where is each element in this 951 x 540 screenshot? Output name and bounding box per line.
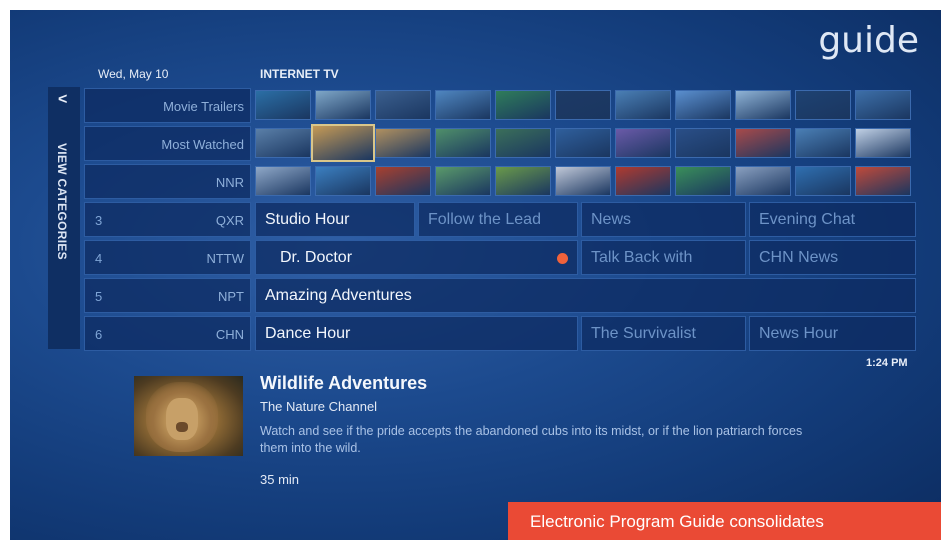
program-cell-selected[interactable]: Dr. Doctor	[255, 240, 578, 275]
program-cell[interactable]: Dance Hour	[255, 316, 578, 351]
video-thumbnail[interactable]	[735, 90, 791, 120]
program-cell[interactable]: CHN News	[749, 240, 916, 275]
channel-name: CHN	[215, 327, 244, 342]
channel-cell: 4 NTTW	[84, 240, 251, 275]
channel-number: 4	[95, 251, 103, 266]
channel-name: QXR	[215, 213, 244, 228]
channel-row-nttw: 4 NTTW Dr. Doctor Talk Back with CHN New…	[84, 240, 916, 275]
program-detail-description: Watch and see if the pride accepts the a…	[260, 424, 803, 455]
record-dot-icon	[557, 253, 568, 264]
thumbnail-strip	[255, 90, 915, 121]
program-cell[interactable]: News Hour	[749, 316, 916, 351]
channel-cell: 6 CHN	[84, 316, 251, 351]
video-thumbnail[interactable]	[675, 166, 731, 196]
channel-row-qxr: 3 QXR Studio Hour Follow the Lead News E…	[84, 202, 916, 237]
channel-cell: 3 QXR	[84, 202, 251, 237]
video-thumbnail[interactable]	[795, 128, 851, 158]
video-thumbnail[interactable]	[315, 166, 371, 196]
video-thumbnail[interactable]	[795, 166, 851, 196]
video-thumbnail[interactable]	[435, 166, 491, 196]
internet-row-most-watched: Most Watched	[84, 124, 916, 162]
program-cell[interactable]: News	[581, 202, 746, 237]
video-thumbnail[interactable]	[855, 90, 911, 120]
page-title: guide	[818, 20, 919, 61]
video-thumbnail[interactable]	[375, 166, 431, 196]
video-thumbnail[interactable]	[855, 128, 911, 158]
thumbnail-strip	[255, 166, 915, 197]
current-time: 1:24 PM	[866, 357, 908, 369]
video-thumbnail[interactable]	[735, 128, 791, 158]
program-cell[interactable]: The Survivalist	[581, 316, 746, 351]
program-cell[interactable]: Talk Back with	[581, 240, 746, 275]
view-categories-panel[interactable]: < VIEW CATEGORIES	[48, 87, 80, 349]
video-thumbnail[interactable]	[615, 90, 671, 120]
internet-row-nnr: NNR	[84, 164, 916, 199]
video-thumbnail[interactable]	[675, 90, 731, 120]
video-thumbnail[interactable]	[375, 128, 431, 158]
video-thumbnail[interactable]	[495, 128, 551, 158]
video-thumbnail[interactable]	[495, 166, 551, 196]
program-detail-duration: 35 min	[260, 472, 300, 487]
video-thumbnail[interactable]	[435, 90, 491, 120]
video-thumbnail[interactable]	[435, 128, 491, 158]
media-center-screen: guide Wed, May 10 INTERNET TV < VIEW CAT…	[10, 10, 941, 540]
program-detail-title: Wildlife Adventures	[260, 373, 428, 393]
view-categories-label: VIEW CATEGORIES	[55, 143, 69, 260]
video-thumbnail[interactable]	[555, 166, 611, 196]
lion-nose	[176, 422, 188, 432]
row-label-cell: Most Watched	[84, 126, 251, 161]
channel-number: 5	[95, 289, 103, 304]
video-thumbnail[interactable]	[315, 90, 371, 120]
channel-row-chn: 6 CHN Dance Hour The Survivalist News Ho…	[84, 316, 916, 351]
row-label: Most Watched	[161, 137, 244, 152]
video-thumbnail[interactable]	[311, 124, 375, 162]
row-label-cell: Movie Trailers	[84, 88, 251, 123]
video-thumbnail[interactable]	[555, 128, 611, 158]
video-thumbnail[interactable]	[255, 128, 311, 158]
caption-banner: Electronic Program Guide consolidates	[508, 502, 941, 540]
program-cell[interactable]: Studio Hour	[255, 202, 415, 237]
section-header: INTERNET TV	[260, 67, 339, 81]
video-thumbnail[interactable]	[495, 90, 551, 120]
channel-cell: 5 NPT	[84, 278, 251, 313]
program-thumbnail	[134, 376, 243, 456]
program-cell[interactable]: Evening Chat	[749, 202, 916, 237]
channel-number: 6	[95, 327, 103, 342]
guide-date: Wed, May 10	[98, 67, 169, 81]
program-cell[interactable]: Follow the Lead	[418, 202, 578, 237]
video-thumbnail[interactable]	[555, 90, 611, 120]
row-label: Movie Trailers	[163, 99, 244, 114]
video-thumbnail[interactable]	[795, 90, 851, 120]
channel-number: 3	[95, 213, 103, 228]
video-thumbnail[interactable]	[615, 128, 671, 158]
channel-name: NPT	[218, 289, 244, 304]
channel-name: NTTW	[206, 251, 244, 266]
video-thumbnail[interactable]	[675, 128, 731, 158]
thumbnail-strip	[255, 124, 915, 162]
internet-row-movie-trailers: Movie Trailers	[84, 88, 916, 123]
video-thumbnail[interactable]	[615, 166, 671, 196]
video-thumbnail[interactable]	[255, 90, 311, 120]
video-thumbnail[interactable]	[855, 166, 911, 196]
chevron-left-icon[interactable]: <	[58, 91, 67, 109]
channel-row-npt: 5 NPT Amazing Adventures	[84, 278, 916, 313]
lion-face	[166, 398, 198, 440]
video-thumbnail[interactable]	[255, 166, 311, 196]
program-cell[interactable]: Amazing Adventures	[255, 278, 916, 313]
video-thumbnail[interactable]	[375, 90, 431, 120]
program-detail-channel: The Nature Channel	[260, 399, 378, 414]
program-title: Dr. Doctor	[280, 249, 353, 266]
row-label: NNR	[215, 175, 244, 190]
row-label-cell: NNR	[84, 164, 251, 199]
video-thumbnail[interactable]	[735, 166, 791, 196]
